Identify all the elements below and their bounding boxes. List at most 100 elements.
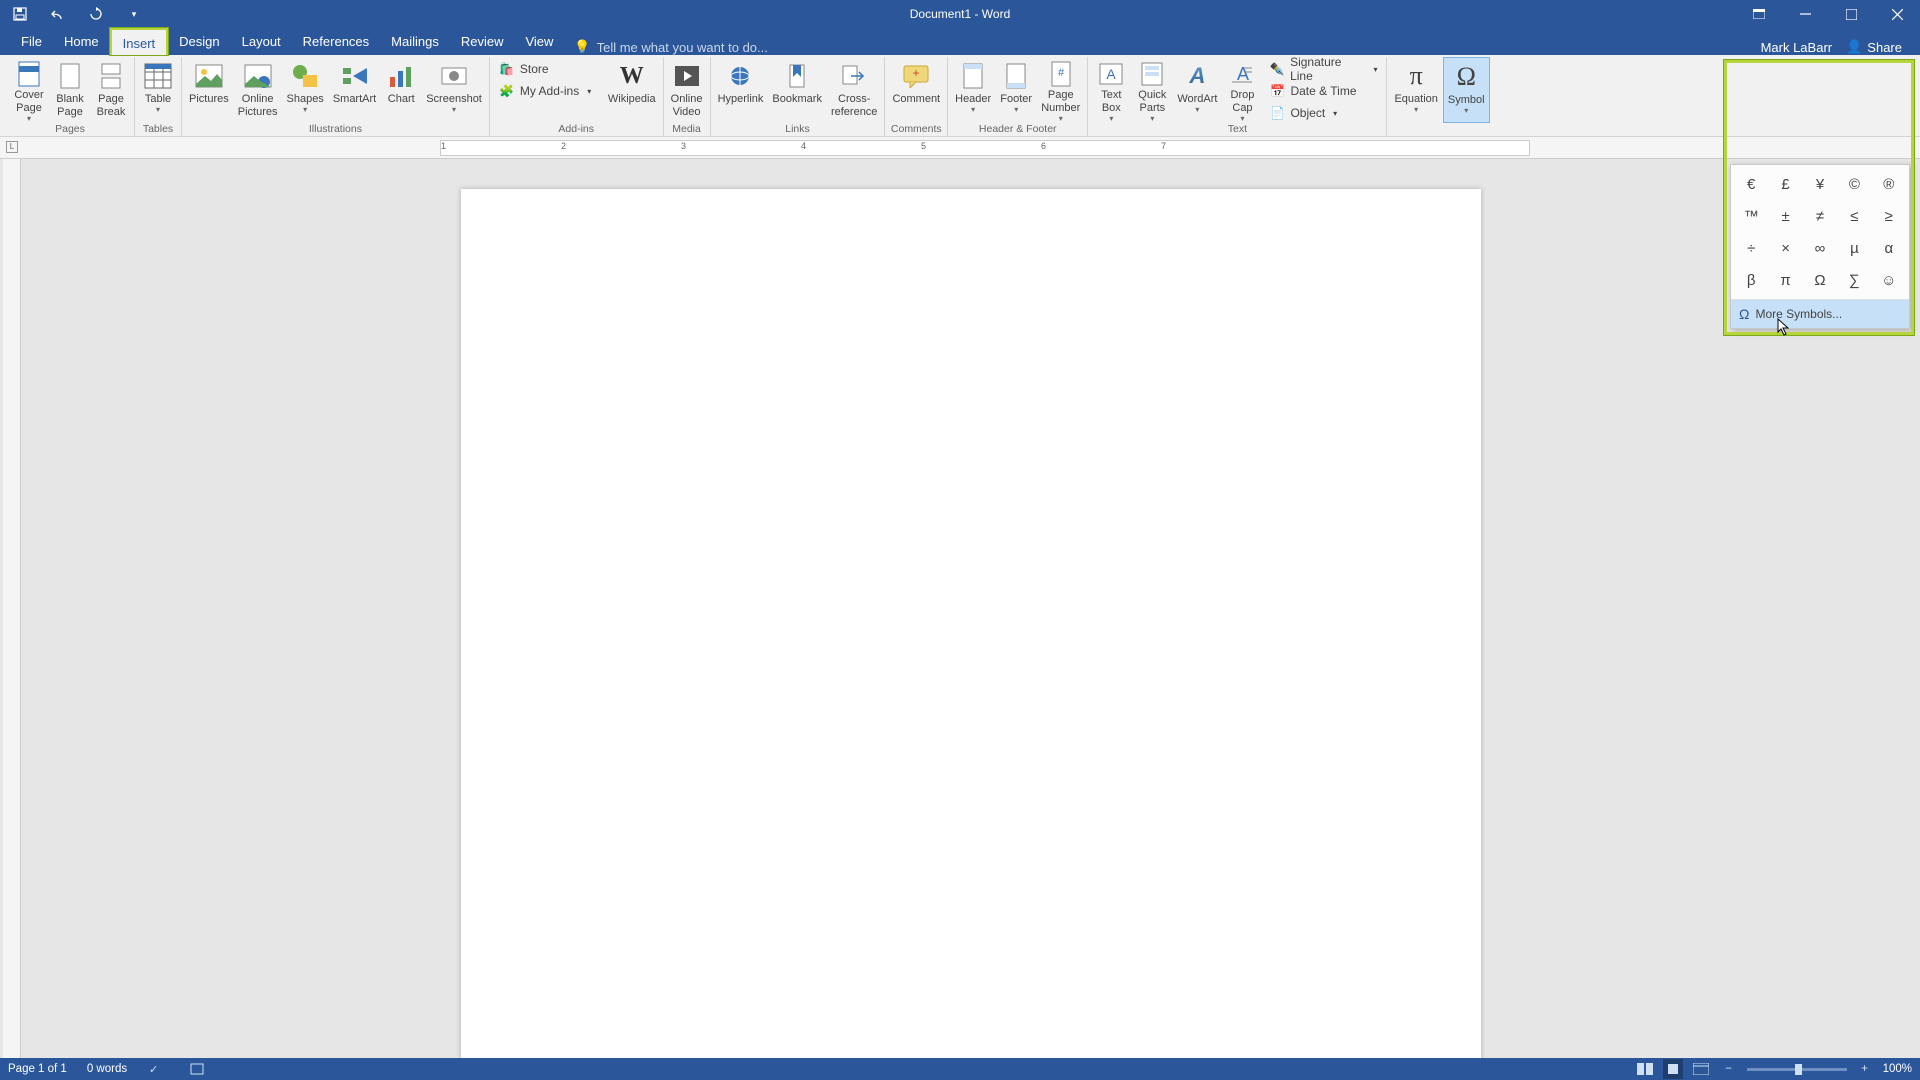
blank-page-button[interactable]: Blank Page bbox=[50, 57, 90, 123]
ribbon-display-icon[interactable] bbox=[1736, 0, 1782, 28]
more-symbols-label: More Symbols... bbox=[1755, 307, 1842, 321]
zoom-in-icon[interactable]: + bbox=[1855, 1059, 1875, 1079]
symbol-trademark[interactable]: ™ bbox=[1735, 201, 1767, 231]
header-button[interactable]: Header▾ bbox=[951, 57, 995, 123]
screenshot-button[interactable]: Screenshot▾ bbox=[422, 57, 486, 123]
page[interactable] bbox=[461, 189, 1481, 1058]
symbol-beta[interactable]: β bbox=[1735, 265, 1767, 295]
tell-me-search[interactable]: 💡 Tell me what you want to do... bbox=[574, 39, 767, 55]
symbol-sigma[interactable]: ∑ bbox=[1838, 265, 1870, 295]
page-indicator[interactable]: Page 1 of 1 bbox=[8, 1063, 67, 1075]
online-pictures-button[interactable]: Online Pictures bbox=[234, 57, 282, 123]
share-button[interactable]: 👤 Share bbox=[1846, 39, 1902, 55]
signature-line-button[interactable]: ✒️Signature Line▾ bbox=[1265, 59, 1381, 79]
store-button[interactable]: 🛍️Store bbox=[495, 59, 601, 79]
tab-references[interactable]: References bbox=[292, 28, 380, 55]
symbol-divide[interactable]: ÷ bbox=[1735, 233, 1767, 263]
hyperlink-button[interactable]: Hyperlink bbox=[714, 57, 768, 123]
footer-button[interactable]: Footer▾ bbox=[996, 57, 1036, 123]
object-button[interactable]: 📄Object▾ bbox=[1265, 103, 1381, 123]
close-icon[interactable] bbox=[1874, 0, 1920, 28]
macro-icon[interactable] bbox=[187, 1059, 207, 1079]
symbol-alpha[interactable]: α bbox=[1873, 233, 1905, 263]
page-break-button[interactable]: Page Break bbox=[91, 57, 131, 123]
horizontal-ruler[interactable]: L 1 2 3 4 5 6 7 bbox=[0, 137, 1920, 159]
minimize-icon[interactable] bbox=[1782, 0, 1828, 28]
symbol-registered[interactable]: ® bbox=[1873, 169, 1905, 199]
bookmark-button[interactable]: Bookmark bbox=[768, 57, 826, 123]
read-mode-icon[interactable] bbox=[1635, 1059, 1655, 1079]
web-layout-icon[interactable] bbox=[1691, 1059, 1711, 1079]
redo-icon[interactable] bbox=[82, 0, 110, 28]
wordart-button[interactable]: AWordArt▾ bbox=[1173, 57, 1221, 123]
lightbulb-icon: 💡 bbox=[574, 39, 590, 55]
mouse-cursor-icon bbox=[1777, 318, 1791, 336]
tab-view[interactable]: View bbox=[514, 28, 564, 55]
document-canvas[interactable] bbox=[21, 159, 1920, 1058]
chart-button[interactable]: Chart bbox=[381, 57, 421, 123]
symbol-infinity[interactable]: ∞ bbox=[1804, 233, 1836, 263]
symbol-pound[interactable]: £ bbox=[1769, 169, 1801, 199]
online-video-button[interactable]: Online Video bbox=[667, 57, 707, 123]
symbol-dropdown: € £ ¥ © ® ™ ± ≠ ≤ ≥ ÷ × ∞ µ α β π Ω ∑ ☺ … bbox=[1730, 164, 1910, 329]
group-addins-label: Add-ins bbox=[558, 123, 594, 137]
page-number-button[interactable]: #Page Number▾ bbox=[1037, 57, 1084, 123]
symbol-noteq[interactable]: ≠ bbox=[1804, 201, 1836, 231]
symbol-omega[interactable]: Ω bbox=[1804, 265, 1836, 295]
symbol-lte[interactable]: ≤ bbox=[1838, 201, 1870, 231]
group-media-label: Media bbox=[672, 123, 701, 137]
date-time-button[interactable]: 📅Date & Time bbox=[1265, 81, 1381, 101]
share-icon: 👤 bbox=[1846, 39, 1862, 55]
word-count[interactable]: 0 words bbox=[87, 1063, 127, 1075]
text-box-button[interactable]: AText Box▾ bbox=[1091, 57, 1131, 123]
zoom-out-icon[interactable]: − bbox=[1719, 1059, 1739, 1079]
tab-home[interactable]: Home bbox=[53, 28, 110, 55]
cross-reference-button[interactable]: Cross- reference bbox=[827, 57, 881, 123]
symbol-multiply[interactable]: × bbox=[1769, 233, 1801, 263]
symbol-gte[interactable]: ≥ bbox=[1873, 201, 1905, 231]
symbol-pi[interactable]: π bbox=[1769, 265, 1801, 295]
more-symbols-button[interactable]: Ω More Symbols... bbox=[1731, 299, 1909, 328]
tab-file[interactable]: File bbox=[10, 28, 53, 55]
status-bar: Page 1 of 1 0 words ✓ − + 100% bbox=[0, 1058, 1920, 1080]
symbol-plusminus[interactable]: ± bbox=[1769, 201, 1801, 231]
maximize-icon[interactable] bbox=[1828, 0, 1874, 28]
spellcheck-icon[interactable]: ✓ bbox=[147, 1059, 167, 1079]
smartart-button[interactable]: SmartArt bbox=[329, 57, 380, 123]
symbol-micro[interactable]: µ bbox=[1838, 233, 1870, 263]
symbol-euro[interactable]: € bbox=[1735, 169, 1767, 199]
my-addins-button[interactable]: 🧩My Add-ins▾ bbox=[495, 81, 601, 101]
group-links-label: Links bbox=[785, 123, 810, 137]
equation-button[interactable]: πEquation▾ bbox=[1390, 57, 1441, 123]
svg-text:A: A bbox=[1107, 66, 1117, 82]
tab-design[interactable]: Design bbox=[168, 28, 230, 55]
svg-text:A: A bbox=[1237, 64, 1249, 84]
zoom-percent[interactable]: 100% bbox=[1883, 1063, 1912, 1075]
group-tables: Table▾ Tables bbox=[135, 57, 182, 136]
tab-review[interactable]: Review bbox=[450, 28, 515, 55]
user-name[interactable]: Mark LaBarr bbox=[1761, 40, 1833, 55]
symbol-button[interactable]: ΩSymbol▾ bbox=[1443, 57, 1490, 123]
qat-customize-icon[interactable]: ▾ bbox=[120, 0, 148, 28]
shapes-button[interactable]: Shapes▾ bbox=[283, 57, 328, 123]
save-icon[interactable] bbox=[6, 0, 34, 28]
tab-insert[interactable]: Insert bbox=[110, 28, 169, 55]
zoom-slider[interactable] bbox=[1747, 1068, 1847, 1071]
vertical-ruler[interactable] bbox=[3, 159, 21, 1058]
cover-page-button[interactable]: Cover Page▾ bbox=[9, 57, 49, 123]
drop-cap-button[interactable]: ADrop Cap▾ bbox=[1222, 57, 1262, 123]
symbol-yen[interactable]: ¥ bbox=[1804, 169, 1836, 199]
undo-icon[interactable] bbox=[44, 0, 72, 28]
quick-parts-button[interactable]: Quick Parts▾ bbox=[1132, 57, 1172, 123]
symbol-smiley[interactable]: ☺ bbox=[1873, 265, 1905, 295]
wikipedia-button[interactable]: WWikipedia bbox=[604, 57, 660, 123]
tab-selector[interactable]: L bbox=[6, 141, 18, 153]
table-button[interactable]: Table▾ bbox=[138, 57, 178, 123]
comment-button[interactable]: +Comment bbox=[888, 57, 944, 123]
symbol-copyright[interactable]: © bbox=[1838, 169, 1870, 199]
title-bar: ▾ Document1 - Word bbox=[0, 0, 1920, 28]
tab-layout[interactable]: Layout bbox=[231, 28, 292, 55]
tab-mailings[interactable]: Mailings bbox=[380, 28, 450, 55]
pictures-button[interactable]: Pictures bbox=[185, 57, 233, 123]
print-layout-icon[interactable] bbox=[1663, 1059, 1683, 1079]
